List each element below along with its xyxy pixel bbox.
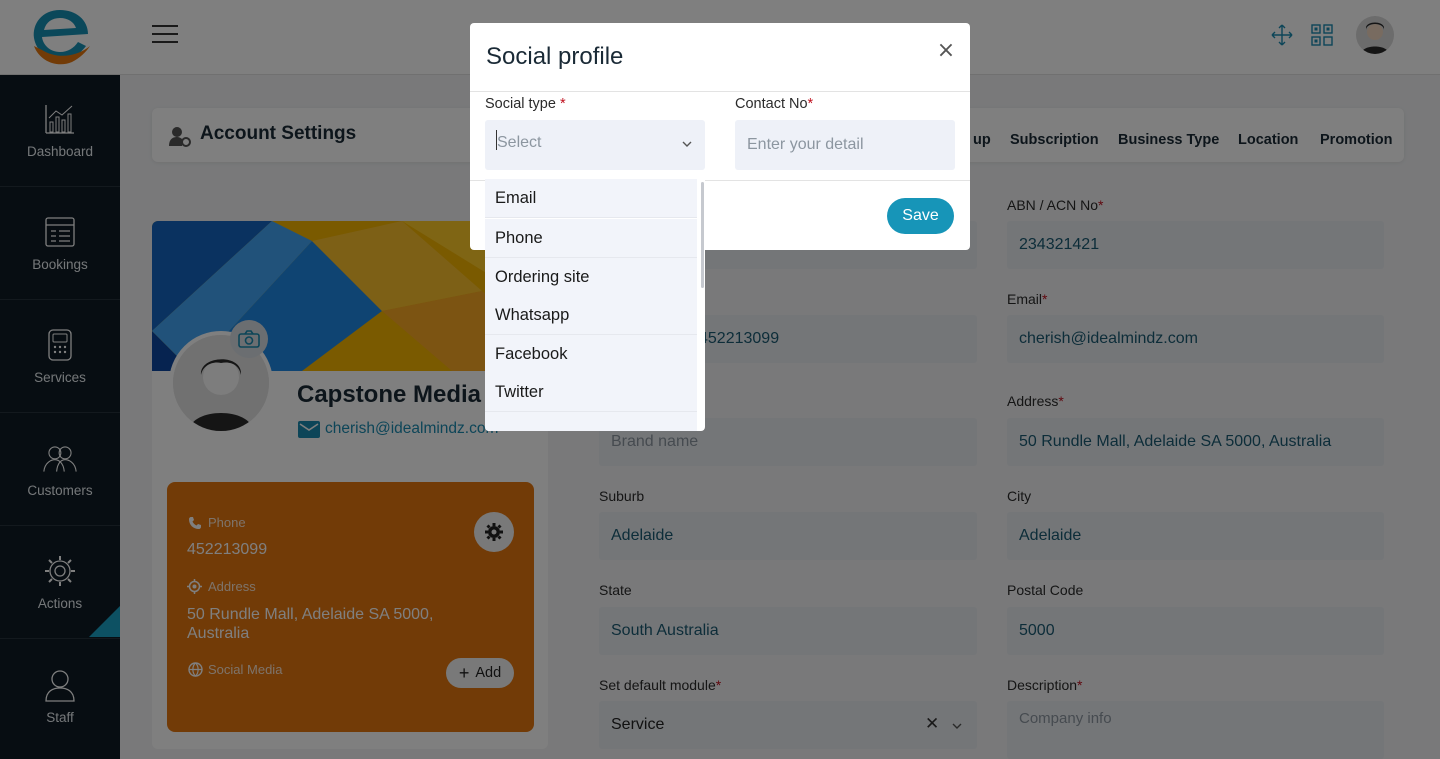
modal-header-divider [470, 91, 970, 92]
option-facebook[interactable]: Facebook [485, 335, 697, 374]
contact-no-input[interactable]: Enter your detail [735, 120, 955, 170]
social-type-select[interactable]: Select [485, 120, 705, 170]
option-phone[interactable]: Phone [485, 219, 697, 258]
option-whatsapp[interactable]: Whatsapp [485, 296, 697, 335]
social-type-dropdown: Email Phone Ordering site Whatsapp Faceb… [485, 172, 705, 431]
save-button[interactable]: Save [887, 198, 954, 234]
option-ordering-site[interactable]: Ordering site [485, 258, 697, 297]
modal-title: Social profile [486, 43, 624, 70]
option-email[interactable]: Email [485, 179, 697, 218]
contact-no-label: Contact No* [735, 96, 814, 112]
select-placeholder: Select [497, 134, 542, 151]
option-twitter[interactable]: Twitter [485, 373, 697, 412]
chevron-down-icon[interactable] [681, 138, 693, 150]
dropdown-scrollbar[interactable] [701, 182, 704, 288]
option-next[interactable] [485, 412, 697, 431]
social-type-label: Social type * [485, 96, 566, 112]
close-icon[interactable]: × [936, 39, 956, 63]
